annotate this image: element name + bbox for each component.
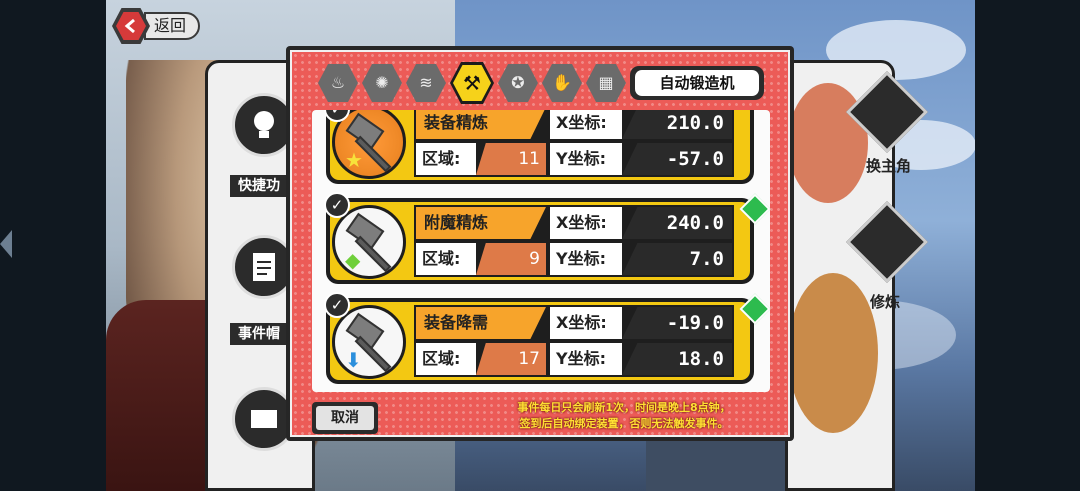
back-button[interactable]: 返回 xyxy=(112,8,208,44)
y-value: 7.0 xyxy=(622,243,732,275)
side-label-switch-hero: 换主角 xyxy=(866,157,912,175)
forge-event-list[interactable]: ★ 装备精炼 区域: 11 X坐标: 210.0 Y坐标: -57.0 ◆ ✓ … xyxy=(312,110,770,392)
tab-hammer[interactable]: ⚒ xyxy=(450,62,494,104)
left-edge xyxy=(0,0,106,491)
x-label: X坐标: xyxy=(550,110,622,139)
y-label: Y坐标: xyxy=(550,143,622,175)
star-badge-icon: ✪ xyxy=(511,73,525,92)
notice-line-2: 签到后自动绑定装置，否则无法触发事件。 xyxy=(519,417,729,430)
list-item[interactable]: ⬇ ✓ 装备降需 区域: 17 X坐标: -19.0 Y坐标: 18.0 xyxy=(324,292,754,384)
coin-stack-icon: ≋ xyxy=(419,73,433,92)
green-gem-icon: ◆ xyxy=(345,248,361,272)
tab-glove[interactable]: ✋ xyxy=(542,64,582,102)
right-edge xyxy=(975,0,1080,491)
tab-flame-burst[interactable]: ✺ xyxy=(362,64,402,102)
tab-flame-small[interactable]: ♨ xyxy=(318,64,358,102)
glove-icon: ✋ xyxy=(552,73,572,92)
region-value: 11 xyxy=(476,143,546,175)
left-arrow-icon[interactable] xyxy=(0,230,12,258)
tab-coins[interactable]: ≋ xyxy=(406,64,446,102)
y-value: -57.0 xyxy=(622,143,732,175)
event-notice: 事件每日只会刷新1次，时间是晚上8点钟， 签到后自动绑定装置，否则无法触发事件。 xyxy=(494,400,754,432)
side-label-train: 修炼 xyxy=(870,293,901,311)
x-label: X坐标: xyxy=(550,307,622,339)
list-item[interactable]: ◆ ✓ 附魔精炼 区域: 9 X坐标: 240.0 Y坐标: 7.0 xyxy=(324,192,754,284)
list-item[interactable]: ★ 装备精炼 区域: 11 X坐标: 210.0 Y坐标: -57.0 xyxy=(326,110,754,184)
modal-body: ♨ ✺ ≋ ⚒ ✪ ✋ ▦ 自动锻造机 ★ 装备精炼 区域: 11 X坐标: 2… xyxy=(290,50,790,437)
auto-forge-label: 自动锻造机 xyxy=(635,70,759,96)
down-arrow-icon: ⬇ xyxy=(345,348,362,372)
flame-burst-icon: ✺ xyxy=(375,73,389,92)
auto-forge-button[interactable]: 自动锻造机 xyxy=(630,66,764,100)
side-panel-right: 换主角 修炼 xyxy=(785,60,929,491)
region-value: 17 xyxy=(476,343,546,375)
event-info: 附魔精炼 区域: 9 X坐标: 240.0 Y坐标: 7.0 xyxy=(414,205,734,277)
checkmark-icon: ✓ xyxy=(324,292,350,318)
tab-bar: ♨ ✺ ≋ ⚒ ✪ ✋ ▦ xyxy=(318,62,626,104)
region-label: 区域: xyxy=(416,243,476,275)
back-arrow-icon xyxy=(116,12,146,40)
x-value: 240.0 xyxy=(622,207,732,239)
critter-portrait-2 xyxy=(788,273,878,433)
checkmark-icon: ✓ xyxy=(324,192,350,218)
back-label: 返回 xyxy=(144,12,201,40)
tab-star-badge[interactable]: ✪ xyxy=(498,64,538,102)
event-name: 附魔精炼 xyxy=(416,207,546,239)
notice-line-1: 事件每日只会刷新1次，时间是晚上8点钟， xyxy=(517,401,731,414)
star-icon: ★ xyxy=(345,148,363,172)
y-value: 18.0 xyxy=(622,343,732,375)
region-value: 9 xyxy=(476,243,546,275)
forge-modal: ♨ ✺ ≋ ⚒ ✪ ✋ ▦ 自动锻造机 ★ 装备精炼 区域: 11 X坐标: 2… xyxy=(286,46,794,441)
event-info: 装备降需 区域: 17 X坐标: -19.0 Y坐标: 18.0 xyxy=(414,305,734,377)
region-label: 区域: xyxy=(416,343,476,375)
y-label: Y坐标: xyxy=(550,243,622,275)
tab-grid[interactable]: ▦ xyxy=(586,64,626,102)
x-value: -19.0 xyxy=(622,307,732,339)
cancel-button[interactable]: 取消 xyxy=(312,402,378,434)
event-name: 装备精炼 xyxy=(416,110,546,139)
region-label: 区域: xyxy=(416,143,476,175)
cancel-label: 取消 xyxy=(316,406,374,430)
y-label: Y坐标: xyxy=(550,343,622,375)
grid-icon: ▦ xyxy=(598,73,614,92)
event-info: 装备精炼 区域: 11 X坐标: 210.0 Y坐标: -57.0 xyxy=(414,110,734,177)
hammer-icon: ⚒ xyxy=(463,71,481,95)
x-value: 210.0 xyxy=(622,110,732,139)
event-name: 装备降需 xyxy=(416,307,546,339)
flame-small-icon: ♨ xyxy=(330,73,346,92)
x-label: X坐标: xyxy=(550,207,622,239)
